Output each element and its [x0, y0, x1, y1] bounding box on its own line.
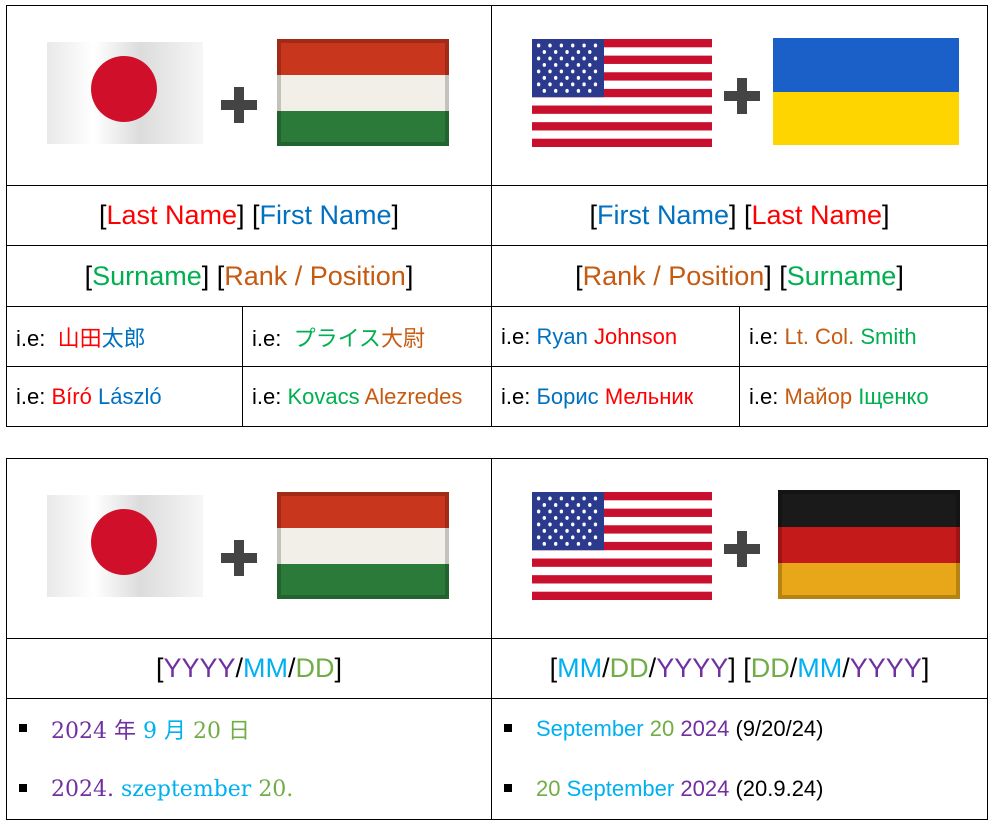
usa-flag-icon: [532, 492, 712, 600]
usa-germany-flags-cell: [491, 458, 988, 639]
date-order-right-header: [MM/DD/YYYY] [DD/MM/YYYY]: [491, 638, 988, 699]
example-ua-rank: i.e: Майор Іщенко: [739, 366, 988, 427]
rank-order-right-header: [Rank / Position] [Surname]: [491, 245, 988, 307]
example-jp-rank: i.e: プライス大尉: [242, 306, 492, 367]
japan-hungary-flags-cell: [6, 5, 492, 186]
plus-icon: [724, 531, 760, 567]
hu-date-example: 2024. szeptember 20.: [51, 776, 294, 802]
name-order-right-header: [First Name] [Last Name]: [491, 185, 988, 246]
us-date-example: September 20 2024 (9/20/24): [536, 716, 824, 741]
example-jp-name: i.e: 山田太郎: [6, 306, 243, 367]
list-item: 2024. szeptember 20.: [7, 759, 491, 819]
example-us-rank: i.e: Lt. Col. Smith: [739, 306, 988, 367]
japan-hungary-flags-cell-2: [6, 458, 492, 639]
name-order-left-header: [Last Name] [First Name]: [6, 185, 492, 246]
example-hu-name: i.e: Bíró László: [6, 366, 243, 427]
bullet-icon: [504, 783, 512, 792]
date-order-left-header: [YYYY/MM/DD]: [6, 638, 492, 699]
bullet-icon: [504, 723, 512, 732]
jp-date-example: 2024 年 9 月 20 日: [51, 719, 251, 744]
list-item: September 20 2024 (9/20/24): [492, 699, 987, 759]
bullet-icon: [19, 723, 27, 732]
hungary-flag-icon: [277, 492, 449, 599]
hungary-flag-icon: [277, 39, 449, 146]
date-format-table: [YYYY/MM/DD] [MM/DD/YYYY] [DD/MM/YYYY] 2…: [6, 458, 988, 820]
plus-icon: [221, 87, 257, 123]
list-item: 2024 年 9 月 20 日: [7, 699, 491, 759]
usa-flag-icon: [532, 39, 712, 147]
date-examples-right: September 20 2024 (9/20/24) 20 September…: [491, 698, 988, 820]
de-date-example: 20 September 2024 (20.9.24): [536, 776, 824, 801]
japan-flag-icon: [47, 42, 203, 144]
plus-icon: [724, 78, 760, 114]
plus-icon: [221, 540, 257, 576]
japan-flag-icon: [47, 495, 203, 597]
name-order-table: [Last Name] [First Name] [First Name] [L…: [6, 5, 988, 427]
example-ua-name: i.e: Борис Мельник: [491, 366, 740, 427]
germany-flag-icon: [778, 490, 960, 599]
bullet-icon: [19, 783, 27, 792]
usa-ukraine-flags-cell: [491, 5, 988, 186]
list-item: 20 September 2024 (20.9.24): [492, 759, 987, 819]
ukraine-flag-icon: [773, 38, 959, 145]
example-hu-rank: i.e: Kovacs Alezredes: [242, 366, 492, 427]
date-examples-left: 2024 年 9 月 20 日 2024. szeptember 20.: [6, 698, 492, 820]
example-us-name: i.e: Ryan Johnson: [491, 306, 740, 367]
rank-order-left-header: [Surname] [Rank / Position]: [6, 245, 492, 307]
